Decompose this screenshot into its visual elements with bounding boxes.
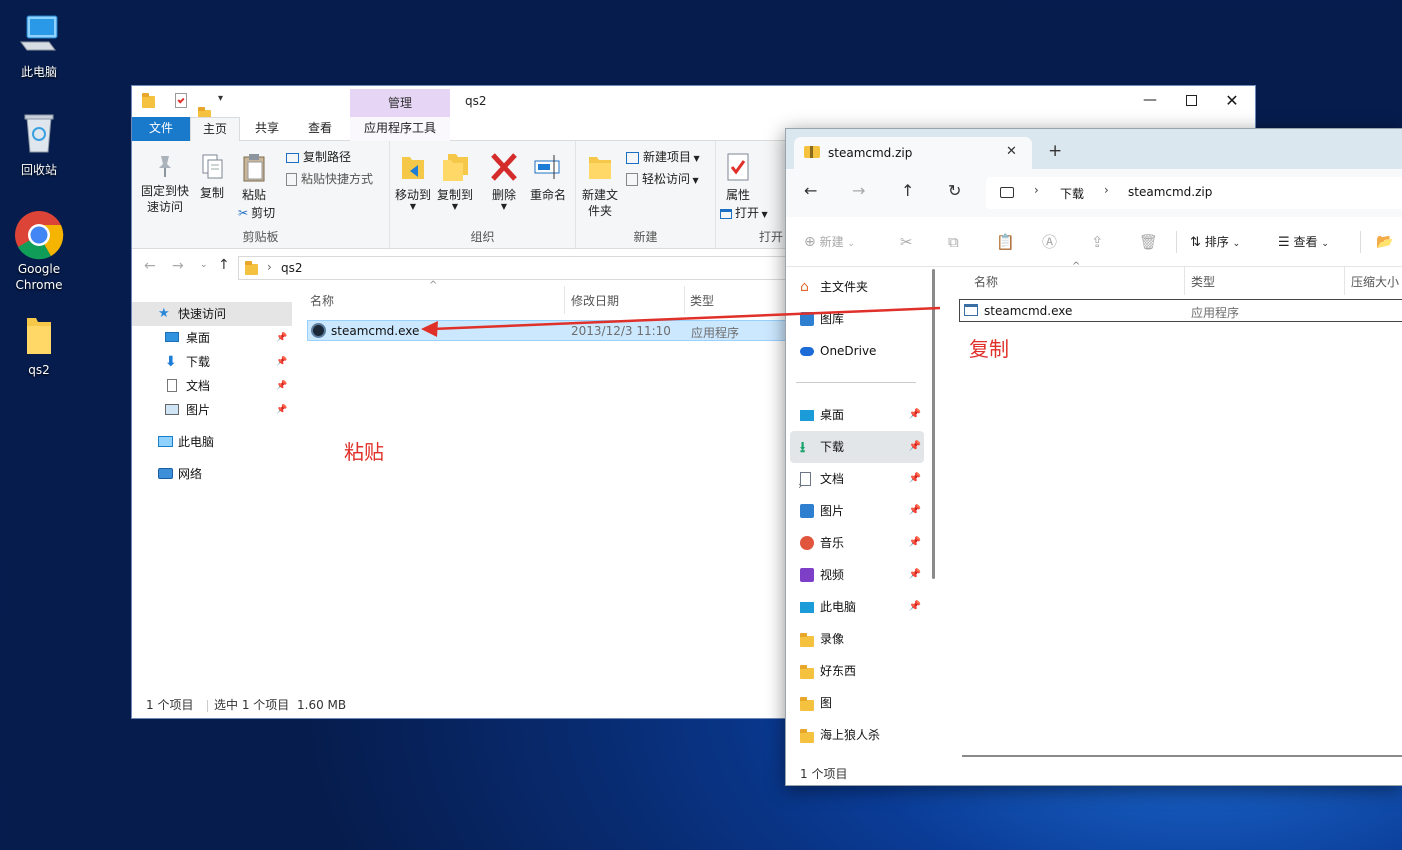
annotation-arrow	[421, 306, 941, 337]
arrow-line	[431, 306, 941, 331]
arrow-head	[421, 321, 438, 337]
